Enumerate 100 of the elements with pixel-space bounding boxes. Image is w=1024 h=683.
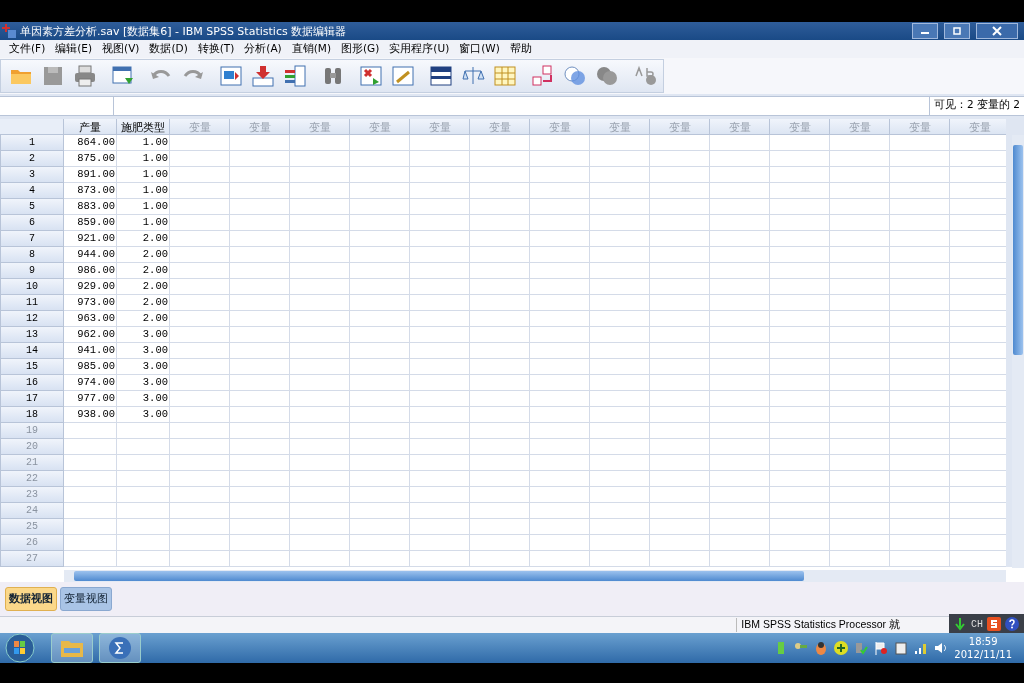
close-icon: [992, 26, 1002, 36]
menu-item[interactable]: 数据(D): [144, 42, 193, 56]
close-button[interactable]: [976, 23, 1018, 39]
table-cell-text: 3.00: [141, 343, 169, 358]
venn-circles-icon[interactable]: [563, 64, 587, 88]
table-cell-text: 1.00: [141, 215, 169, 230]
table-cell-text: 2.00: [141, 279, 169, 294]
table-cell-text: 929.00: [76, 279, 116, 294]
menu-item[interactable]: 文件(F): [4, 42, 51, 56]
signal-icon[interactable]: [914, 641, 929, 655]
language-label[interactable]: CH: [971, 618, 983, 630]
minimize-button[interactable]: [912, 23, 938, 39]
status-text: IBM SPSS Statistics Processor 就: [736, 618, 904, 632]
view-tab[interactable]: 变量视图: [60, 587, 112, 611]
folder-icon: [60, 638, 84, 658]
column-header[interactable]: 产量: [64, 119, 117, 135]
table-cell-text: 1.00: [141, 183, 169, 198]
menu-item[interactable]: 编辑(E): [50, 42, 98, 56]
table-cell-text: 3.00: [141, 391, 169, 406]
table-cell-text: 1.00: [141, 151, 169, 166]
visible-variables-label: 可见：2 变量的 2: [928, 97, 1024, 115]
table-cell-text: 883.00: [76, 199, 116, 214]
table-cell-text: 944.00: [76, 247, 116, 262]
help-icon[interactable]: [1005, 617, 1019, 631]
restore-button[interactable]: [944, 23, 970, 39]
go-to-case-icon[interactable]: [219, 64, 243, 88]
table-cell-text: 1.00: [141, 167, 169, 182]
menu-item[interactable]: 转换(T): [192, 42, 240, 56]
menu-item[interactable]: 帮助: [504, 42, 537, 56]
plus-circle-icon[interactable]: [834, 641, 849, 655]
row-header[interactable]: 8: [0, 247, 64, 263]
menu-item[interactable]: 分析(A): [239, 42, 287, 56]
row-header[interactable]: 1: [0, 135, 64, 151]
table-cell-text: 2.00: [141, 263, 169, 278]
window-title: 单因素方差分析.sav [数据集6] - IBM SPSS Statistics 数据编辑器: [20, 23, 348, 39]
flag-icon[interactable]: [874, 641, 889, 655]
table-cell-text: 985.00: [76, 359, 116, 374]
row-header[interactable]: 10: [0, 279, 64, 295]
row-header[interactable]: 17: [0, 391, 64, 407]
row-header[interactable]: 3: [0, 167, 64, 183]
spss-taskbar-button[interactable]: [99, 633, 141, 663]
row-header[interactable]: 18: [0, 407, 64, 423]
row-header[interactable]: 16: [0, 375, 64, 391]
menu-item[interactable]: 视图(V): [97, 42, 145, 56]
table-cell-text: 1.00: [141, 199, 169, 214]
table-cell-text: 864.00: [76, 135, 116, 150]
row-header[interactable]: 9: [0, 263, 64, 279]
menu-item[interactable]: 图形(G): [336, 42, 385, 56]
horizontal-scrollbar[interactable]: [64, 570, 1006, 582]
value-labels-table-icon[interactable]: [429, 64, 453, 88]
table-cell-text: 921.00: [76, 231, 116, 246]
table-cell-text: 2.00: [141, 247, 169, 262]
row-header[interactable]: 4: [0, 183, 64, 199]
table-cell-text: 875.00: [76, 151, 116, 166]
overlap-circles-icon[interactable]: [595, 64, 619, 88]
save-icon[interactable]: [41, 64, 65, 88]
split-file-icon[interactable]: [359, 64, 383, 88]
table-cell-text: 3.00: [141, 327, 169, 342]
table-cell-text: 859.00: [76, 215, 116, 230]
menu-item[interactable]: 直销(M): [286, 42, 336, 56]
grid-icon[interactable]: [493, 64, 517, 88]
table-cell-text: 2.00: [141, 311, 169, 326]
insert-variable-icon[interactable]: [283, 64, 307, 88]
row-header[interactable]: 15: [0, 359, 64, 375]
download-arrow-icon[interactable]: [953, 617, 967, 631]
table-cell-text: 973.00: [76, 295, 116, 310]
menu-item[interactable]: 实用程序(U): [384, 42, 455, 56]
row-header[interactable]: 12: [0, 311, 64, 327]
table-cell-text: 977.00: [76, 391, 116, 406]
table-cell-text: 3.00: [141, 359, 169, 374]
print-icon[interactable]: [73, 64, 97, 88]
spell-check-icon[interactable]: [633, 64, 657, 88]
table-cell-text: 938.00: [76, 407, 116, 422]
weight-cases-icon[interactable]: [391, 64, 415, 88]
menu-item[interactable]: 窗口(W): [454, 42, 505, 56]
network-check-icon[interactable]: [854, 641, 869, 655]
row-header[interactable]: 11: [0, 295, 64, 311]
table-cell-text: 873.00: [76, 183, 116, 198]
table-cell-text: 962.00: [76, 327, 116, 342]
row-header[interactable]: 13: [0, 327, 64, 343]
row-header[interactable]: 7: [0, 231, 64, 247]
row-header[interactable]: 14: [0, 343, 64, 359]
row-header[interactable]: 6: [0, 215, 64, 231]
column-header[interactable]: 施肥类型: [117, 119, 170, 135]
table-cell-text: 941.00: [76, 343, 116, 358]
input-method-icon[interactable]: [987, 617, 1001, 631]
speaker-icon[interactable]: [934, 641, 949, 655]
clock[interactable]: 18:59 2012/11/11: [954, 635, 1012, 661]
restore-icon: [952, 26, 962, 36]
table-cell-text: 986.00: [76, 263, 116, 278]
value-labels-icon[interactable]: [531, 64, 555, 88]
row-header[interactable]: 5: [0, 199, 64, 215]
vertical-scrollbar[interactable]: [1012, 135, 1024, 568]
row-header[interactable]: 2: [0, 151, 64, 167]
view-tab[interactable]: 数据视图: [5, 587, 57, 611]
sigma-icon: [108, 636, 132, 660]
start-button[interactable]: [5, 633, 35, 663]
table-cell-text: 963.00: [76, 311, 116, 326]
insert-case-icon[interactable]: [251, 64, 275, 88]
explorer-taskbar-button[interactable]: [51, 633, 93, 663]
